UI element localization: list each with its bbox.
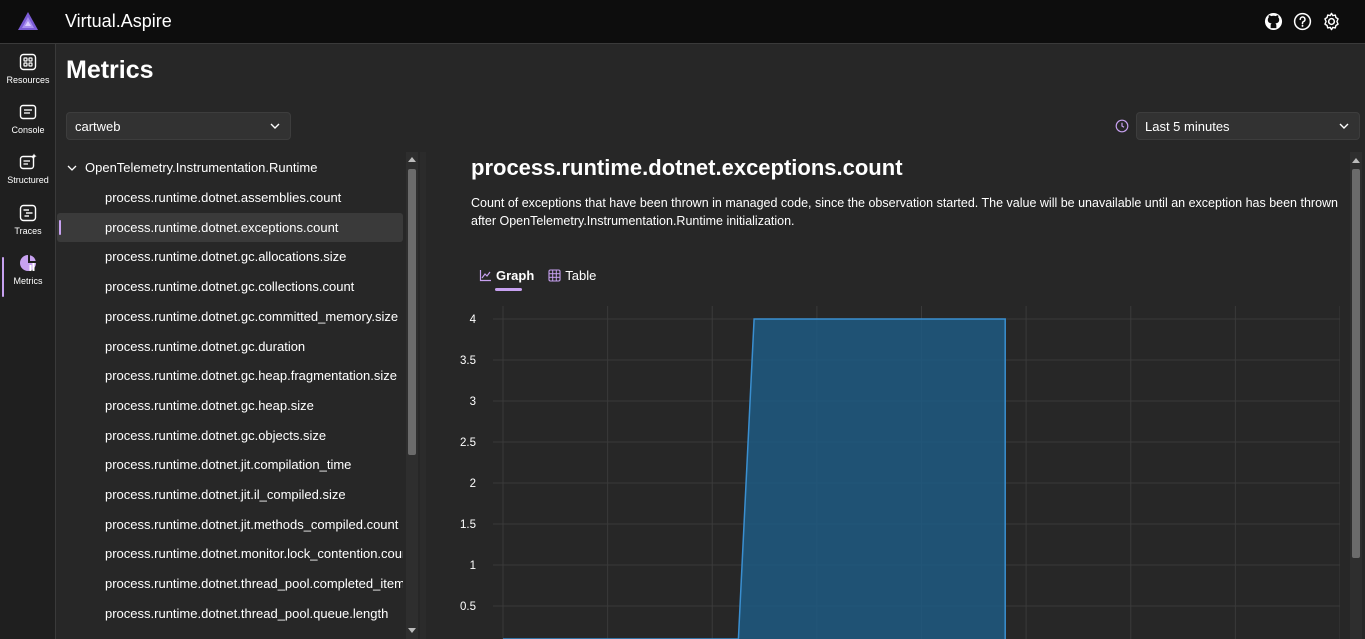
tab-graph[interactable]: Graph — [479, 268, 535, 291]
metrics-tree: OpenTelemetry.Instrumentation.Runtime pr… — [57, 152, 405, 639]
tree-scrollbar-thumb[interactable] — [408, 169, 416, 455]
metric-description: Count of exceptions that have been throw… — [471, 196, 1338, 228]
tree-item-metric[interactable]: process.runtime.dotnet.gc.committed_memo… — [57, 302, 403, 331]
metrics-icon — [20, 255, 36, 271]
chart-y-tick-label: 3 — [470, 396, 476, 408]
scroll-up-arrow-icon[interactable] — [1352, 157, 1360, 163]
app-title[interactable]: Virtual.Aspire — [65, 11, 172, 32]
chart-y-tick-label: 0.5 — [460, 601, 476, 613]
chevron-down-icon — [270, 123, 280, 129]
chart-y-tick-label: 1 — [470, 560, 476, 572]
chart-series-area — [503, 319, 1006, 639]
chart-y-tick-label: 3.5 — [460, 355, 476, 367]
top-bar: Virtual.Aspire — [0, 0, 1365, 44]
time-range-select[interactable]: Last 5 minutes — [1136, 112, 1360, 140]
side-navigation: Resources Console Structured Traces Metr… — [0, 44, 56, 639]
tree-root-label: OpenTelemetry.Instrumentation.Runtime — [85, 160, 318, 175]
settings-gear-icon[interactable] — [1322, 12, 1341, 31]
metric-chart: 4 3.5 3 2.5 2 1.5 1 0.5 — [460, 306, 1340, 639]
tree-root-instrumentation[interactable]: OpenTelemetry.Instrumentation.Runtime — [67, 160, 317, 175]
tree-item-metric[interactable]: process.runtime.dotnet.monitor.lock_cont… — [57, 539, 403, 568]
aspire-logo-icon[interactable] — [17, 11, 39, 31]
resource-select-value: cartweb — [75, 119, 121, 134]
tab-label: Graph — [496, 268, 535, 283]
traces-icon — [19, 204, 37, 222]
chart-y-tick-label: 2 — [470, 478, 476, 490]
tab-label: Table — [565, 268, 597, 283]
scroll-up-arrow-icon[interactable] — [408, 156, 416, 162]
chevron-down-icon[interactable] — [67, 164, 77, 172]
tree-item-metric[interactable]: process.runtime.dotnet.gc.collections.co… — [57, 272, 403, 301]
nav-label: Traces — [14, 226, 42, 236]
tab-table[interactable]: Table — [548, 268, 596, 287]
clock-icon — [1115, 119, 1129, 133]
tree-item-metric[interactable]: process.runtime.dotnet.gc.heap.fragmenta… — [57, 361, 403, 390]
chart-y-tick-label: 4 — [470, 314, 477, 326]
tree-scrollbar[interactable] — [406, 152, 418, 639]
nav-metrics[interactable]: Metrics — [0, 253, 56, 301]
tree-item-metric[interactable]: process.runtime.dotnet.jit.il_compiled.s… — [57, 480, 403, 509]
tree-item-metric[interactable]: process.runtime.dotnet.thread_pool.queue… — [57, 599, 403, 628]
table-icon — [548, 269, 561, 282]
detail-scrollbar-thumb[interactable] — [1352, 169, 1360, 558]
nav-label: Metrics — [13, 276, 43, 286]
graph-icon — [479, 270, 491, 282]
scroll-down-arrow-icon[interactable] — [408, 628, 416, 634]
nav-structured[interactable]: Structured — [0, 152, 56, 200]
tree-item-metric[interactable]: process.runtime.dotnet.assemblies.count — [57, 183, 403, 212]
page-title: Metrics — [66, 56, 154, 84]
tree-item-metric[interactable]: process.runtime.dotnet.exceptions.count — [57, 212, 403, 242]
nav-traces[interactable]: Traces — [0, 203, 56, 251]
help-icon[interactable] — [1293, 12, 1312, 31]
tree-item-metric[interactable]: process.runtime.dotnet.gc.allocations.si… — [57, 242, 403, 271]
tree-item-metric[interactable]: process.runtime.dotnet.thread_pool.compl… — [57, 569, 403, 598]
panel-splitter[interactable] — [420, 152, 426, 639]
metric-title: process.runtime.dotnet.exceptions.count — [471, 155, 903, 180]
detail-scrollbar[interactable] — [1350, 152, 1362, 639]
github-icon[interactable] — [1264, 12, 1283, 31]
tree-item-metric[interactable]: process.runtime.dotnet.gc.heap.size — [57, 391, 403, 420]
tree-item-metric[interactable]: process.runtime.dotnet.jit.methods_compi… — [57, 510, 403, 539]
chevron-down-icon — [1339, 123, 1349, 129]
nav-label: Console — [11, 125, 45, 135]
chart-y-tick-label: 1.5 — [460, 519, 476, 531]
chart-y-tick-label: 2.5 — [460, 437, 476, 449]
nav-console[interactable]: Console — [0, 102, 56, 150]
time-range-select-value: Last 5 minutes — [1145, 119, 1230, 134]
console-icon — [19, 104, 37, 120]
nav-label: Structured — [7, 175, 49, 185]
tree-item-metric[interactable]: process.runtime.dotnet.gc.duration — [57, 332, 403, 361]
resources-icon — [19, 53, 37, 71]
tree-item-metric[interactable]: process.runtime.dotnet.gc.objects.size — [57, 421, 403, 450]
resource-select[interactable]: cartweb — [66, 112, 291, 140]
nav-label: Resources — [6, 75, 50, 85]
tree-item-metric[interactable]: process.runtime.dotnet.jit.compilation_t… — [57, 450, 403, 479]
structured-logs-icon — [19, 153, 37, 170]
view-tabs: Graph Table — [479, 268, 596, 291]
nav-resources[interactable]: Resources — [0, 52, 56, 100]
